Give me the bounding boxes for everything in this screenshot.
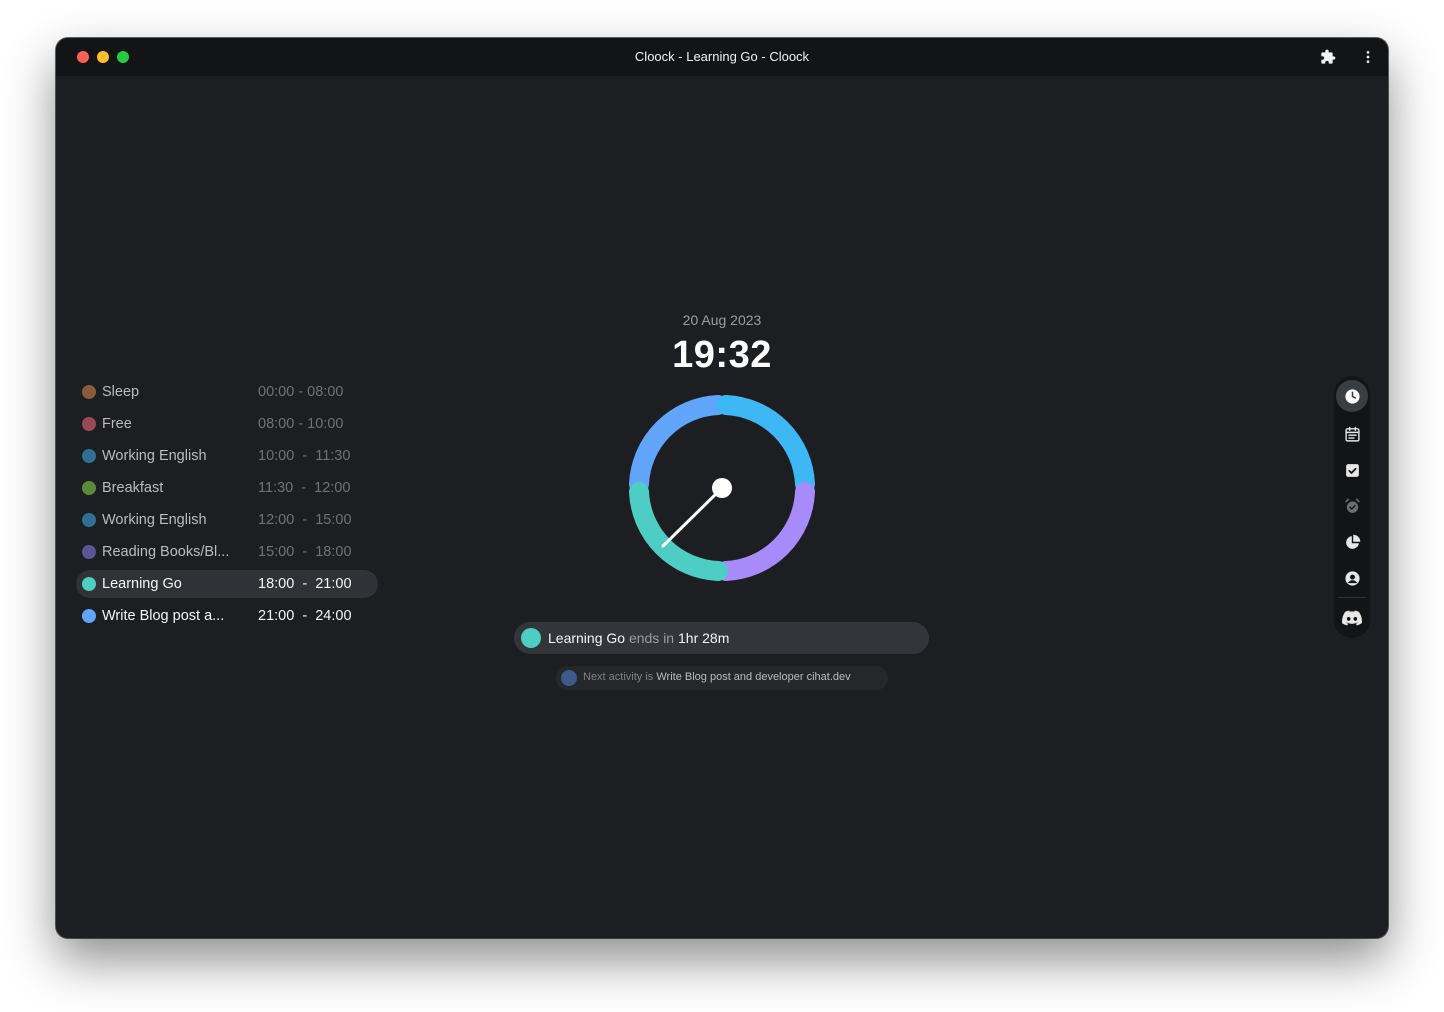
activity-name: Free [102, 416, 132, 432]
next-label: Next activity is [583, 671, 654, 683]
sidebar-divider [1338, 597, 1366, 598]
title-bar: Cloock - Learning Go - Cloock [56, 38, 1388, 76]
activity-color-dot [82, 577, 96, 591]
next-color-dot [561, 670, 577, 686]
checkbox-icon[interactable] [1338, 456, 1366, 484]
pie-chart-icon[interactable] [1338, 528, 1366, 556]
activity-color-dot [82, 385, 96, 399]
arc-top-right [716, 395, 815, 494]
status-remaining: 1hr 28m [678, 630, 730, 646]
current-date: 20 Aug 2023 [682, 312, 762, 328]
activity-name: Learning Go [102, 576, 182, 592]
activity-color-dot [82, 513, 96, 527]
clock-hand [661, 486, 724, 548]
activity-name: Reading Books/Bl... [102, 544, 230, 560]
activity-time: 21:00 - 24:00 [258, 608, 352, 624]
next-activity-name: Write Blog post and developer cihat.dev [656, 671, 851, 683]
schedule-item[interactable]: Reading Books/Bl... 15:00 - 18:00 [76, 538, 378, 566]
activity-name: Working English [102, 448, 207, 464]
activity-time: 08:00 - 10:00 [258, 416, 344, 432]
schedule-item-upcoming[interactable]: Write Blog post a... 21:00 - 24:00 [76, 602, 378, 630]
user-icon[interactable] [1338, 564, 1366, 592]
activity-time: 11:30 - 12:00 [258, 480, 351, 496]
activity-name: Working English [102, 512, 207, 528]
current-time: 19:32 [672, 334, 772, 376]
activity-color-dot [82, 609, 96, 623]
activity-time: 15:00 - 18:00 [258, 544, 352, 560]
schedule-list: Sleep 00:00 - 08:00 Free 08:00 - 10:00 W… [76, 378, 378, 634]
activity-color-dot [82, 449, 96, 463]
schedule-item[interactable]: Breakfast 11:30 - 12:00 [76, 474, 378, 502]
status-color-dot [521, 628, 541, 648]
activity-time: 10:00 - 11:30 [258, 448, 351, 464]
alarm-icon[interactable] [1338, 492, 1366, 520]
discord-icon[interactable] [1338, 604, 1366, 632]
next-activity: Next activity is Write Blog post and dev… [556, 666, 888, 690]
schedule-item[interactable]: Working English 12:00 - 15:00 [76, 506, 378, 534]
more-vertical-icon[interactable] [1358, 47, 1378, 67]
activity-color-dot [82, 545, 96, 559]
calendar-icon[interactable] [1338, 420, 1366, 448]
status-text: Learning Go ends in 1hr 28m [548, 630, 729, 646]
puzzle-icon[interactable] [1318, 47, 1338, 67]
schedule-item[interactable]: Free 08:00 - 10:00 [76, 410, 378, 438]
current-activity-status: Learning Go ends in 1hr 28m [514, 622, 929, 654]
activity-time: 12:00 - 15:00 [258, 512, 352, 528]
schedule-item[interactable]: Working English 10:00 - 11:30 [76, 442, 378, 470]
activity-name: Breakfast [102, 480, 164, 496]
app-window: Cloock - Learning Go - Cloock Sleep 00:0… [56, 38, 1388, 938]
arc-bottom-right [716, 482, 815, 581]
activity-color-dot [82, 417, 96, 431]
schedule-item[interactable]: Sleep 00:00 - 08:00 [76, 378, 378, 406]
schedule-item-active[interactable]: Learning Go 18:00 - 21:00 [76, 570, 378, 598]
right-sidebar [1334, 376, 1370, 638]
next-text: Next activity is Write Blog post and dev… [583, 671, 851, 683]
activity-name: Write Blog post a... [102, 608, 225, 624]
clock-hand-pivot [712, 478, 732, 498]
arc-top-left [629, 395, 728, 494]
window-title: Cloock - Learning Go - Cloock [634, 49, 810, 64]
status-ends-label: ends in [628, 630, 675, 646]
clock-icon[interactable] [1336, 380, 1368, 412]
activity-time: 00:00 - 08:00 [258, 384, 344, 400]
activity-color-dot [82, 481, 96, 495]
activity-time: 18:00 - 21:00 [258, 576, 352, 592]
activity-name: Sleep [102, 384, 140, 400]
clock-dial [629, 395, 815, 581]
status-activity: Learning Go [548, 630, 626, 646]
